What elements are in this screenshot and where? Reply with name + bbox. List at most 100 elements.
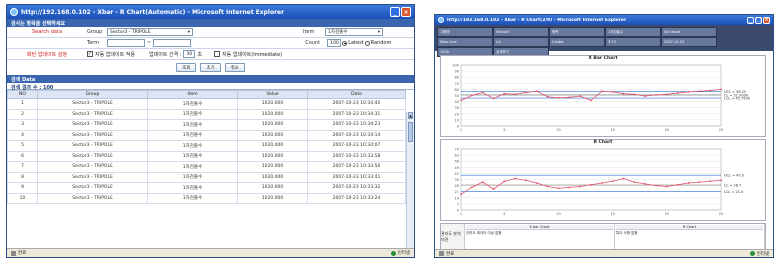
y-tick-label: 49 (455, 166, 459, 170)
table-cell: 1차검출수 (147, 108, 238, 120)
term-start-input[interactable] (107, 39, 145, 47)
result-count: 검색 결과 수 : 100 (7, 83, 414, 91)
update-row: 패턴 업데이트 설정 ✓ 자동 업데이트 적용 업데이트 간격 : 30 초 자… (7, 49, 414, 60)
col-header-value[interactable]: Value (237, 90, 308, 99)
table-row[interactable]: 4 Sector3 - TRIPOLE 1차검출수 1020.000 2007-10-2… (7, 129, 406, 141)
table-cell: 9 (7, 182, 38, 194)
maximize-icon[interactable]: □ (755, 16, 762, 24)
table-cell: 4 (7, 129, 38, 141)
x-tick-label: 1 (460, 212, 462, 216)
col-header-date[interactable]: Date (307, 90, 406, 99)
table-cell: 2007-10-23 10:34:14 (307, 129, 406, 141)
data-point (590, 99, 592, 102)
table-row[interactable]: 2 Sector3 - TRIPOLE 1차검출수 1020.000 2007-10-2… (7, 108, 406, 120)
group-select[interactable]: Sector3 - TRIPOLE ▾ (107, 28, 193, 36)
table-cell: 1차검출수 (147, 98, 238, 110)
table-row[interactable]: 5 Sector3 - TRIPOLE 1차검출수 1020.000 2007-10-2… (7, 140, 406, 152)
table-cell: 1020.000 (237, 98, 308, 110)
table-cell: 1020.000 (237, 161, 308, 173)
table-cell: Sector3 - TRIPOLE (37, 119, 148, 131)
y-tick-label: 0 (457, 125, 459, 129)
data-point (568, 186, 571, 189)
xbar-comment: X bar Chart 관리도 데이터 이상 없음 (465, 224, 615, 249)
data-point (687, 90, 690, 93)
y-tick-label: 56 (455, 160, 459, 164)
table-row[interactable]: 3 Sector3 - TRIPOLE 1차검출수 1020.000 2007-10-2… (7, 119, 406, 131)
close-icon[interactable]: × (401, 7, 411, 17)
analysis-footer: 관리도 분석 의견 X bar Chart 관리도 데이터 이상 없음 R Ch… (440, 223, 766, 249)
table-cell: 1020.000 (237, 140, 308, 152)
data-point (470, 186, 473, 189)
scroll-thumb[interactable] (408, 122, 413, 142)
item-select[interactable]: 1차검출수 ▾ (325, 28, 383, 36)
table-row[interactable]: 7 Sector3 - TRIPOLE 1차검출수 1020.000 2007-10-2… (7, 161, 406, 173)
random-radio-label: Random (370, 40, 392, 46)
minimize-icon[interactable]: _ (747, 16, 754, 24)
random-radio[interactable] (364, 40, 370, 46)
interval-unit: 초 (197, 51, 203, 58)
data-point (503, 92, 506, 95)
count-input[interactable]: 100 (327, 39, 342, 47)
window-titlebar[interactable]: http://192.168.0.102 - Xbar - R Chart(2/… (435, 15, 773, 25)
data-point (720, 88, 722, 91)
data-point (492, 188, 495, 190)
y-tick-label: 60 (455, 88, 459, 92)
interval-input[interactable]: 30 (183, 50, 196, 58)
y-tick-label: 30 (455, 106, 459, 110)
data-point (535, 182, 538, 184)
table-cell: Sector3 - TRIPOLE (37, 182, 148, 194)
table-cell: 2007-10-23 10:34:07 (307, 140, 406, 152)
data-point (622, 177, 625, 180)
y-tick-label: 70 (455, 82, 459, 86)
xbar-chart-svg: 01020304050607080901001 5 10 15 20 25UCL = 56… (452, 64, 750, 133)
xbar-setup-window: http://192.168.0.102 - Xbar - R Chart(Au… (6, 4, 415, 258)
x-tick-label: 25 (719, 128, 723, 132)
table-cell: Sector3 - TRIPOLE (37, 98, 148, 110)
window-titlebar[interactable]: http://192.168.0.102 - Xbar - R Chart(Au… (7, 5, 414, 19)
manual-update-checkbox[interactable] (214, 51, 221, 57)
update-settings-label: 패턴 업데이트 설정 (27, 51, 67, 58)
term-separator: ~ (147, 40, 152, 46)
control-limit-label: CL = 28.7 (724, 183, 741, 187)
cancel-button[interactable]: 취소 (224, 63, 245, 72)
window-content: 검사는 항목을 선택하세요 Search data Group Sector3 … (7, 19, 414, 248)
page-icon (439, 251, 444, 256)
table-cell: 1 (7, 98, 38, 110)
col-header-no[interactable]: NO (7, 90, 38, 99)
latest-radio[interactable] (342, 40, 348, 46)
xbar-comment-head: X bar Chart (466, 225, 613, 230)
y-tick-label: 14 (455, 196, 460, 200)
x-tick-label: 5 (503, 212, 505, 216)
table-cell: 2007-10-23 10:34:40 (307, 98, 406, 110)
x-tick-label: 1 (460, 128, 462, 132)
data-point (665, 93, 668, 96)
x-tick-label: 25 (719, 212, 723, 216)
table-row[interactable]: 6 Sector3 - TRIPOLE 1차검출수 1020.000 2007-10-2… (7, 150, 406, 162)
close-icon[interactable]: × (763, 16, 770, 24)
info-header: 그룹명 Sector3 항목 1차검출수 Ucl Value Xbar Line Lcl Ce… (435, 25, 773, 57)
data-point (676, 92, 679, 94)
auto-update-checkbox[interactable]: ✓ (87, 51, 93, 57)
minimize-icon[interactable]: _ (390, 7, 400, 17)
scroll-up-icon[interactable]: ▲ (408, 112, 413, 119)
table-row[interactable]: 10 Sector3 - TRIPOLE 1차검출수 1020.000 2007-10-… (7, 192, 406, 204)
col-header-group[interactable]: Group (37, 90, 148, 99)
y-tick-label: 70 (455, 148, 459, 152)
ie-icon (438, 17, 444, 23)
term-end-input[interactable] (153, 39, 192, 47)
table-row[interactable]: 9 Sector3 - TRIPOLE 1차검출수 1020.000 2007-10-2… (7, 182, 406, 194)
table-row[interactable]: 8 Sector3 - TRIPOLE 1차검출수 1020.000 2007-10-2… (7, 171, 406, 183)
data-point (546, 95, 549, 98)
data-point (655, 93, 657, 96)
col-header-item[interactable]: Item (147, 90, 238, 99)
zone-text: 인터넷 (756, 251, 769, 257)
search-button[interactable]: 조회 (176, 63, 197, 72)
data-point (600, 182, 603, 184)
page-icon (11, 250, 16, 256)
table-body: 1 Sector3 - TRIPOLE 1차검출수 1020.000 2007-10-2… (7, 98, 406, 204)
table-cell: 2007-10-23 10:34:31 (307, 108, 406, 120)
reset-button[interactable]: 초기 (200, 63, 221, 72)
table-row[interactable]: 1 Sector3 - TRIPOLE 1차검출수 1020.000 2007-10-2… (7, 98, 406, 110)
table-cell: 2007-10-23 10:33:32 (307, 182, 406, 194)
vertical-scrollbar[interactable]: ▲ (406, 112, 414, 248)
